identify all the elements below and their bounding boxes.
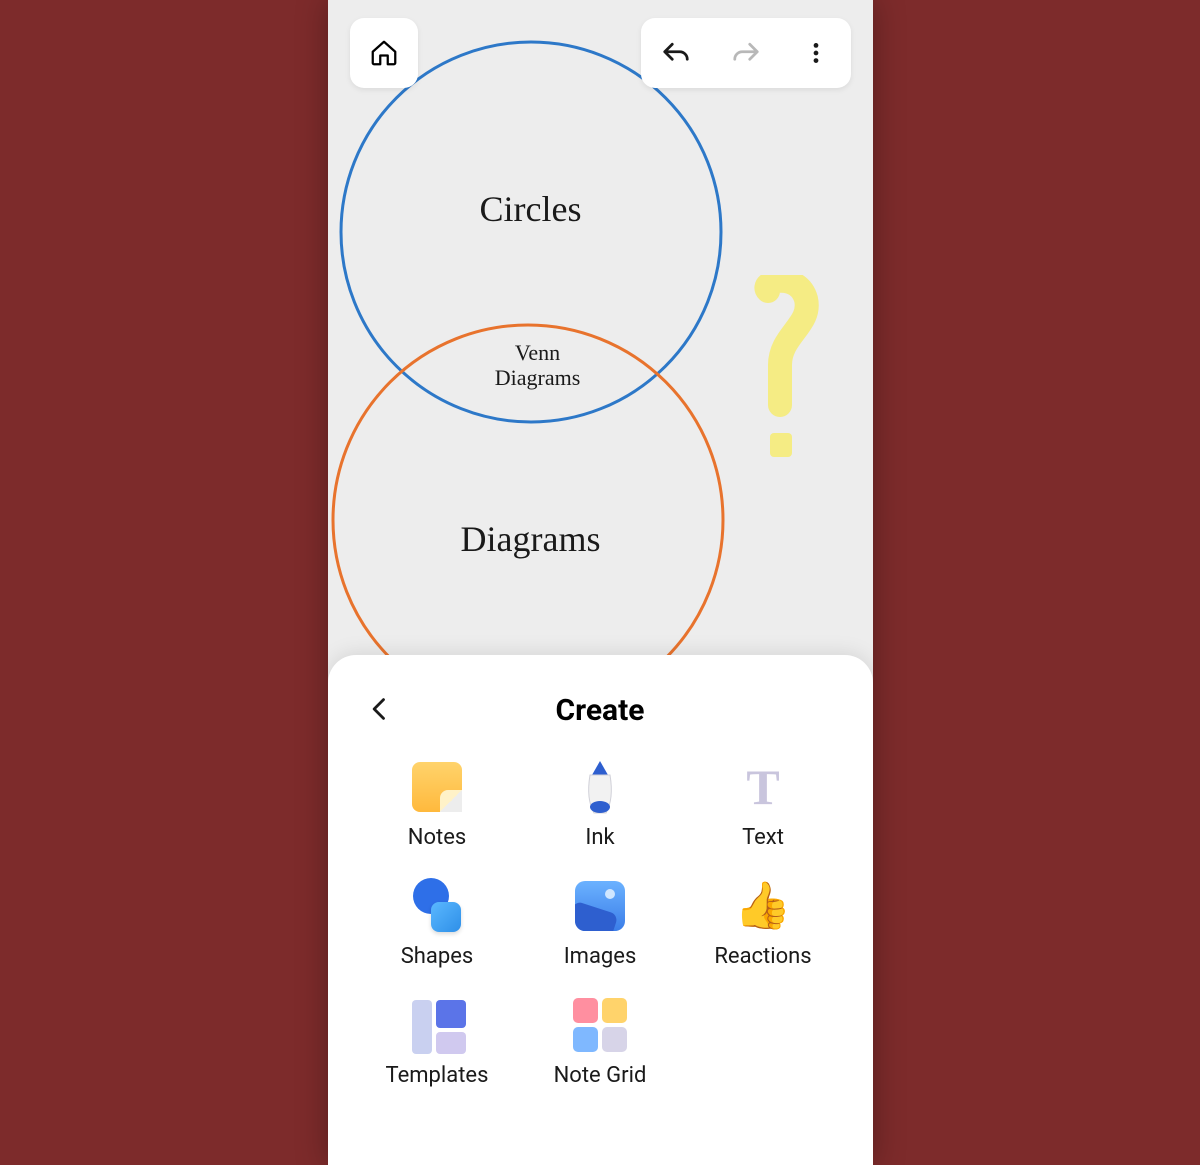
- sheet-header: Create: [356, 685, 845, 735]
- more-button[interactable]: [781, 18, 851, 88]
- home-button[interactable]: [350, 18, 418, 88]
- shapes-icon: [409, 878, 465, 934]
- label-circles[interactable]: Circles: [328, 188, 734, 230]
- create-ink-label: Ink: [585, 825, 614, 850]
- create-shapes-label: Shapes: [401, 944, 474, 969]
- images-icon: [572, 878, 628, 934]
- label-diagrams[interactable]: Diagrams: [328, 518, 734, 560]
- notegrid-icon: [572, 997, 628, 1053]
- undo-button[interactable]: [641, 18, 711, 88]
- notes-icon: [409, 759, 465, 815]
- create-images-label: Images: [564, 944, 637, 969]
- reactions-icon: 👍: [735, 878, 791, 934]
- create-shapes[interactable]: Shapes: [356, 878, 519, 969]
- create-reactions-label: Reactions: [714, 944, 811, 969]
- create-images[interactable]: Images: [519, 878, 682, 969]
- chevron-left-icon: [366, 691, 394, 727]
- whiteboard-canvas[interactable]: [328, 0, 873, 660]
- create-sheet: Create Notes Ink T Text: [328, 655, 873, 1165]
- create-reactions[interactable]: 👍 Reactions: [682, 878, 845, 969]
- create-notegrid[interactable]: Note Grid: [519, 997, 682, 1088]
- back-button[interactable]: [366, 691, 394, 731]
- create-ink[interactable]: Ink: [519, 759, 682, 850]
- templates-icon: [409, 997, 465, 1053]
- create-notes[interactable]: Notes: [356, 759, 519, 850]
- top-right-toolbar: [641, 18, 851, 88]
- more-vertical-icon: [803, 40, 829, 66]
- create-notes-label: Notes: [408, 825, 466, 850]
- redo-icon: [731, 38, 761, 68]
- create-notegrid-label: Note Grid: [554, 1063, 647, 1088]
- undo-icon: [661, 38, 691, 68]
- text-icon: T: [735, 759, 791, 815]
- home-icon: [369, 38, 399, 68]
- sheet-title: Create: [556, 693, 645, 728]
- label-intersection[interactable]: Venn Diagrams: [328, 340, 748, 391]
- create-text-label: Text: [742, 825, 784, 850]
- create-templates-label: Templates: [386, 1063, 489, 1088]
- create-templates[interactable]: Templates: [356, 997, 519, 1088]
- create-text[interactable]: T Text: [682, 759, 845, 850]
- create-grid: Notes Ink T Text: [356, 759, 845, 1088]
- redo-button[interactable]: [711, 18, 781, 88]
- ink-icon: [572, 759, 628, 815]
- app-screen: Circles Venn Diagrams Diagrams: [328, 0, 873, 1165]
